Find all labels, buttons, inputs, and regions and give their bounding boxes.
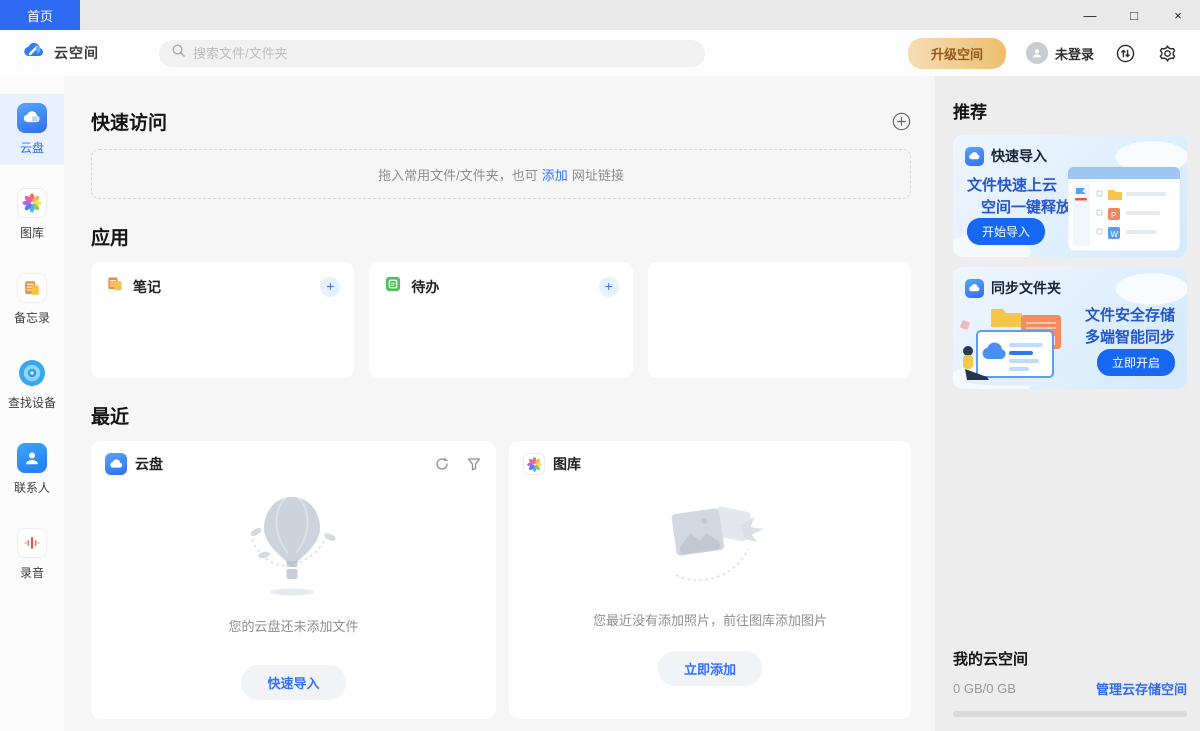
promo-tagline: 多端智能同步 (1085, 327, 1175, 349)
quick-access-title: 快速访问 (91, 108, 167, 135)
sidebar-item-find-device[interactable]: 查找设备 (0, 349, 64, 420)
main-content: 快速访问 拖入常用文件/文件夹，也可 添加 网址链接 应用 笔记 + (64, 76, 935, 731)
minimize-button[interactable]: — (1068, 0, 1112, 30)
memo-icon (17, 273, 47, 303)
app-card-label: 待办 (411, 277, 439, 297)
app-card-notes: 笔记 + (91, 262, 354, 378)
sidebar-label: 云盘 (20, 139, 44, 156)
recent-section-title: 最近 (91, 402, 911, 429)
add-quick-access-icon[interactable] (891, 112, 911, 132)
user-account[interactable]: 未登录 (1026, 42, 1094, 64)
recent-gallery-card: 图库 您最近没有添加照片，前往图库添加图片 立即添加 (509, 441, 911, 719)
sidebar-label: 联系人 (14, 479, 50, 496)
sidebar-label: 录音 (20, 564, 44, 581)
search-input[interactable] (193, 46, 693, 61)
cloud-drive-icon (105, 453, 127, 475)
manage-storage-link[interactable]: 管理云存储空间 (1096, 679, 1187, 698)
contacts-icon (17, 443, 47, 473)
app-card-todo: 待办 + (369, 262, 632, 378)
cloud-logo-icon (22, 39, 46, 68)
add-now-button[interactable]: 立即添加 (658, 651, 762, 686)
storage-title: 我的云空间 (953, 648, 1187, 669)
apps-section-title: 应用 (91, 223, 911, 250)
file-browser-illustration: P W (1068, 167, 1180, 257)
app-header: 云空间 升级空间 未登录 (0, 30, 1200, 76)
app-name: 云空间 (54, 43, 99, 63)
notes-icon (105, 274, 125, 299)
upgrade-space-button[interactable]: 升级空间 (908, 38, 1006, 69)
sidebar-label: 备忘录 (14, 309, 50, 326)
cloud-icon (965, 279, 984, 298)
sidebar-item-contacts[interactable]: 联系人 (0, 434, 64, 505)
sidebar-label: 查找设备 (8, 394, 56, 411)
login-status: 未登录 (1055, 44, 1094, 63)
sync-folder-illustration (957, 297, 1077, 389)
quick-import-button[interactable]: 快速导入 (241, 665, 345, 700)
gallery-empty-text: 您最近没有添加照片，前往图库添加图片 (593, 610, 827, 629)
app-card-label: 笔记 (133, 277, 161, 297)
app-logo: 云空间 (22, 39, 99, 68)
maximize-button[interactable]: □ (1112, 0, 1156, 30)
photos-empty-illustration (640, 497, 780, 598)
settings-gear-icon[interactable] (1156, 42, 1178, 64)
add-todo-button[interactable]: + (599, 277, 619, 297)
todo-icon (383, 274, 403, 299)
add-url-link[interactable]: 添加 (542, 165, 568, 184)
sidebar-item-gallery[interactable]: 图库 (0, 179, 64, 250)
drive-empty-text: 您的云盘还未添加文件 (228, 616, 358, 635)
sidebar-item-memo[interactable]: 备忘录 (0, 264, 64, 335)
find-device-icon (17, 358, 47, 388)
start-import-button[interactable]: 开始导入 (967, 218, 1045, 245)
sidebar-item-cloud-drive[interactable]: 云盘 (0, 94, 64, 165)
quick-access-dropzone[interactable]: 拖入常用文件/文件夹，也可 添加 网址链接 (91, 149, 911, 199)
sidebar-item-recorder[interactable]: 录音 (0, 519, 64, 590)
promo-title: 快速导入 (991, 146, 1047, 166)
promo-card-quick-import: 快速导入 文件快速上云 空间一键释放 (953, 135, 1187, 257)
storage-summary: 我的云空间 0 GB/0 GB 管理云存储空间 (953, 648, 1187, 717)
window-controls: — □ × (1068, 0, 1200, 30)
cloud-drive-icon (17, 103, 47, 133)
app-card-empty (648, 262, 911, 378)
recent-drive-card: 云盘 (91, 441, 496, 719)
svg-text:P: P (1111, 211, 1116, 220)
recommend-panel: 推荐 快速导入 文件快速上云 空间一键释放 (935, 76, 1200, 731)
recommend-title: 推荐 (953, 98, 1187, 123)
tab-home[interactable]: 首页 (0, 0, 80, 30)
balloon-empty-illustration (234, 489, 354, 604)
titlebar: 首页 — □ × (0, 0, 1200, 30)
svg-text:W: W (1111, 230, 1119, 239)
dropzone-text: 网址链接 (572, 165, 624, 184)
search-icon (171, 43, 186, 63)
storage-progress-bar (953, 711, 1187, 717)
recent-card-title: 云盘 (135, 454, 163, 474)
promo-tagline: 空间一键释放 (981, 197, 1071, 219)
refresh-icon[interactable] (434, 456, 450, 472)
cloud-icon (965, 147, 984, 166)
add-note-button[interactable]: + (320, 277, 340, 297)
header-actions: 升级空间 未登录 (908, 38, 1178, 69)
avatar (1026, 42, 1048, 64)
transfer-list-icon[interactable] (1114, 42, 1136, 64)
recent-card-title: 图库 (553, 454, 581, 474)
promo-tagline: 文件安全存储 (1085, 305, 1175, 327)
gallery-flower-icon (17, 188, 47, 218)
dropzone-text: 拖入常用文件/文件夹，也可 (378, 165, 538, 184)
search-bar[interactable] (159, 40, 705, 67)
storage-usage: 0 GB/0 GB (953, 681, 1016, 696)
promo-card-sync-folder: 同步文件夹 文件安全存储 (953, 267, 1187, 389)
promo-title: 同步文件夹 (991, 278, 1061, 298)
promo-tagline: 文件快速上云 (967, 175, 1071, 197)
gallery-flower-icon (523, 453, 545, 475)
recorder-icon (17, 528, 47, 558)
enable-now-button[interactable]: 立即开启 (1097, 349, 1175, 376)
sidebar-label: 图库 (20, 224, 44, 241)
filter-icon[interactable] (466, 456, 482, 472)
close-button[interactable]: × (1156, 0, 1200, 30)
sidebar: 云盘 图库 (0, 76, 64, 731)
